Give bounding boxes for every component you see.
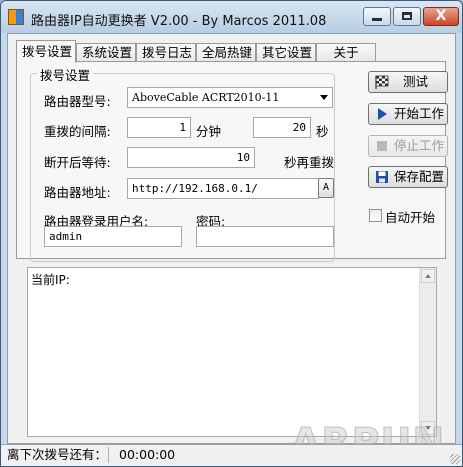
save-config-button-label: 保存配置 — [394, 169, 445, 184]
test-button[interactable]: 测试 — [368, 71, 448, 93]
resize-grip[interactable] — [450, 454, 460, 464]
router-address-label: 路由器地址: — [44, 185, 111, 200]
address-autocomplete-button[interactable]: A — [318, 178, 334, 198]
redial-minutes-input[interactable]: 1 — [127, 117, 191, 138]
start-button-label: 开始工作 — [394, 106, 445, 121]
app-window: 路由器IP自动更换者 V2.00 - By Marcos 2011.08 X 拨… — [0, 0, 463, 467]
scroll-up-icon — [425, 274, 431, 278]
window-title: 路由器IP自动更换者 V2.00 - By Marcos 2011.08 — [31, 14, 327, 29]
title-bar[interactable]: 路由器IP自动更换者 V2.00 - By Marcos 2011.08 X — [1, 1, 462, 33]
start-button[interactable]: 开始工作 — [368, 103, 448, 125]
floppy-disk-icon — [376, 171, 388, 183]
tab-other-settings[interactable]: 其它设置 — [256, 43, 316, 62]
dial-settings-panel: 拨号设置 路由器型号: AboveCable ACRT2010-11 重拨的间隔… — [16, 61, 448, 262]
redial-seconds-input[interactable]: 20 — [253, 117, 311, 138]
tab-dial-settings[interactable]: 拨号设置 — [16, 40, 76, 63]
test-button-label: 测试 — [403, 74, 429, 89]
tab-global-hotkeys[interactable]: 全局热键 — [196, 43, 256, 62]
maximize-icon — [402, 12, 412, 20]
scroll-up-button[interactable] — [421, 269, 435, 283]
router-model-select[interactable]: AboveCable ACRT2010-11 — [127, 87, 333, 108]
group-label: 拨号设置 — [37, 65, 94, 84]
status-bar: 离下次拨号还有： 00:00:00 — [1, 444, 462, 466]
checkered-flag-icon — [375, 75, 389, 89]
stop-icon — [377, 141, 387, 151]
log-scrollbar[interactable] — [419, 268, 436, 436]
tab-about[interactable]: 关于 — [316, 43, 376, 62]
status-divider — [108, 447, 109, 463]
app-icon — [8, 9, 24, 25]
router-model-label: 路由器型号: — [44, 94, 111, 109]
current-ip-label: 当前IP: — [31, 273, 70, 287]
close-icon: X — [435, 8, 447, 24]
autostart-label: 自动开始 — [385, 210, 436, 225]
router-address-input[interactable]: http://192.168.0.1/ — [127, 178, 319, 199]
username-input[interactable]: admin — [44, 226, 182, 247]
minimize-icon — [372, 18, 382, 21]
router-model-value: AboveCable ACRT2010-11 — [132, 91, 280, 104]
save-config-button[interactable]: 保存配置 — [368, 166, 448, 188]
stop-button-label: 停止工作 — [394, 138, 445, 153]
next-dial-countdown: 00:00:00 — [119, 447, 176, 462]
seconds-unit-label: 秒 — [316, 124, 329, 139]
stop-button[interactable]: 停止工作 — [368, 135, 448, 157]
minutes-unit-label: 分钟 — [196, 124, 222, 139]
disconnect-wait-input[interactable]: 10 — [127, 147, 255, 168]
client-area: 拨号设置 系统设置 拨号日志 全局热键 其它设置 关于 拨号设置 路由器型号: … — [7, 33, 456, 465]
autostart-checkbox[interactable] — [369, 209, 382, 222]
log-textarea[interactable]: 当前IP: — [27, 267, 437, 437]
tab-dial-log[interactable]: 拨号日志 — [136, 43, 196, 62]
password-input[interactable] — [196, 226, 334, 247]
minimize-button[interactable] — [363, 7, 391, 26]
tab-system-settings[interactable]: 系统设置 — [76, 43, 136, 62]
chevron-down-icon — [320, 95, 328, 100]
maximize-button[interactable] — [393, 7, 421, 26]
disconnect-wait-label: 断开后等待: — [44, 155, 111, 170]
dial-settings-group: 拨号设置 路由器型号: AboveCable ACRT2010-11 重拨的间隔… — [30, 65, 335, 262]
play-icon — [378, 108, 387, 120]
redial-interval-label: 重拨的间隔: — [44, 124, 111, 139]
next-dial-label: 离下次拨号还有： — [7, 447, 108, 462]
disconnect-wait-suffix: 秒再重拨 — [284, 155, 335, 170]
close-button[interactable]: X — [423, 7, 459, 26]
